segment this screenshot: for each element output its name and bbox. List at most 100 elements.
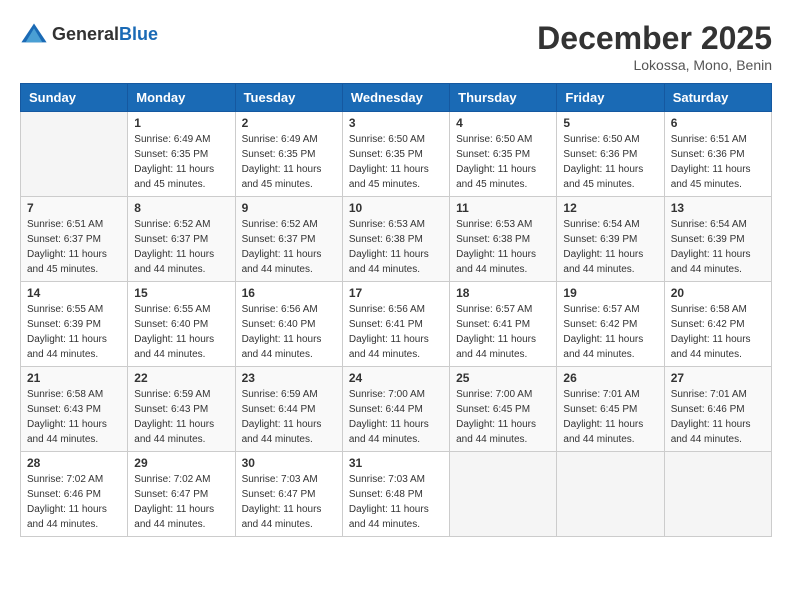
calendar-cell: 1 Sunrise: 6:49 AMSunset: 6:35 PMDaylight… [128, 112, 235, 197]
day-number: 14 [27, 286, 121, 300]
location-text: Lokossa, Mono, Benin [537, 57, 772, 73]
day-number: 8 [134, 201, 228, 215]
day-number: 11 [456, 201, 550, 215]
calendar-cell: 21 Sunrise: 6:58 AMSunset: 6:43 PMDayligh… [21, 367, 128, 452]
day-number: 6 [671, 116, 765, 130]
calendar-week-1: 1 Sunrise: 6:49 AMSunset: 6:35 PMDaylight… [21, 112, 772, 197]
calendar-cell: 14 Sunrise: 6:55 AMSunset: 6:39 PMDayligh… [21, 282, 128, 367]
calendar-cell: 5 Sunrise: 6:50 AMSunset: 6:36 PMDaylight… [557, 112, 664, 197]
logo-blue-text: Blue [119, 24, 158, 44]
sun-info: Sunrise: 6:53 AMSunset: 6:38 PMDaylight:… [456, 217, 550, 277]
calendar-cell [450, 452, 557, 537]
calendar-cell: 22 Sunrise: 6:59 AMSunset: 6:43 PMDayligh… [128, 367, 235, 452]
sun-info: Sunrise: 6:52 AMSunset: 6:37 PMDaylight:… [242, 217, 336, 277]
calendar-cell: 29 Sunrise: 7:02 AMSunset: 6:47 PMDayligh… [128, 452, 235, 537]
calendar-cell: 17 Sunrise: 6:56 AMSunset: 6:41 PMDayligh… [342, 282, 449, 367]
sun-info: Sunrise: 6:50 AMSunset: 6:35 PMDaylight:… [349, 132, 443, 192]
calendar-cell: 7 Sunrise: 6:51 AMSunset: 6:37 PMDaylight… [21, 197, 128, 282]
sun-info: Sunrise: 6:49 AMSunset: 6:35 PMDaylight:… [242, 132, 336, 192]
day-of-week-friday: Friday [557, 84, 664, 112]
sun-info: Sunrise: 6:58 AMSunset: 6:42 PMDaylight:… [671, 302, 765, 362]
sun-info: Sunrise: 7:02 AMSunset: 6:47 PMDaylight:… [134, 472, 228, 532]
sun-info: Sunrise: 6:55 AMSunset: 6:39 PMDaylight:… [27, 302, 121, 362]
day-number: 27 [671, 371, 765, 385]
day-number: 23 [242, 371, 336, 385]
day-number: 19 [563, 286, 657, 300]
day-number: 18 [456, 286, 550, 300]
sun-info: Sunrise: 6:56 AMSunset: 6:41 PMDaylight:… [349, 302, 443, 362]
calendar-week-2: 7 Sunrise: 6:51 AMSunset: 6:37 PMDaylight… [21, 197, 772, 282]
day-number: 24 [349, 371, 443, 385]
calendar-cell: 6 Sunrise: 6:51 AMSunset: 6:36 PMDaylight… [664, 112, 771, 197]
sun-info: Sunrise: 6:53 AMSunset: 6:38 PMDaylight:… [349, 217, 443, 277]
day-number: 5 [563, 116, 657, 130]
sun-info: Sunrise: 7:01 AMSunset: 6:45 PMDaylight:… [563, 387, 657, 447]
day-number: 26 [563, 371, 657, 385]
sun-info: Sunrise: 6:56 AMSunset: 6:40 PMDaylight:… [242, 302, 336, 362]
sun-info: Sunrise: 6:50 AMSunset: 6:36 PMDaylight:… [563, 132, 657, 192]
calendar-cell: 18Sunrise: 6:57 AMSunset: 6:41 PMDayligh… [450, 282, 557, 367]
day-number: 12 [563, 201, 657, 215]
calendar-cell: 26 Sunrise: 7:01 AMSunset: 6:45 PMDayligh… [557, 367, 664, 452]
sun-info: Sunrise: 7:00 AMSunset: 6:44 PMDaylight:… [349, 387, 443, 447]
calendar-cell: 9Sunrise: 6:52 AMSunset: 6:37 PMDaylight… [235, 197, 342, 282]
day-number: 2 [242, 116, 336, 130]
sun-info: Sunrise: 6:49 AMSunset: 6:35 PMDaylight:… [134, 132, 228, 192]
calendar-cell: 28 Sunrise: 7:02 AMSunset: 6:46 PMDayligh… [21, 452, 128, 537]
sun-info: Sunrise: 6:58 AMSunset: 6:43 PMDaylight:… [27, 387, 121, 447]
day-number: 25 [456, 371, 550, 385]
calendar-cell: 15 Sunrise: 6:55 AMSunset: 6:40 PMDayligh… [128, 282, 235, 367]
calendar-cell [664, 452, 771, 537]
day-number: 15 [134, 286, 228, 300]
day-number: 30 [242, 456, 336, 470]
calendar-cell: 20Sunrise: 6:58 AMSunset: 6:42 PMDayligh… [664, 282, 771, 367]
sun-info: Sunrise: 7:03 AMSunset: 6:47 PMDaylight:… [242, 472, 336, 532]
day-number: 31 [349, 456, 443, 470]
day-number: 28 [27, 456, 121, 470]
month-title: December 2025 [537, 20, 772, 57]
calendar-cell: 23Sunrise: 6:59 AMSunset: 6:44 PMDayligh… [235, 367, 342, 452]
sun-info: Sunrise: 7:00 AMSunset: 6:45 PMDaylight:… [456, 387, 550, 447]
day-number: 16 [242, 286, 336, 300]
day-number: 1 [134, 116, 228, 130]
sun-info: Sunrise: 6:51 AMSunset: 6:37 PMDaylight:… [27, 217, 121, 277]
sun-info: Sunrise: 6:51 AMSunset: 6:36 PMDaylight:… [671, 132, 765, 192]
logo-icon [20, 20, 48, 48]
sun-info: Sunrise: 6:54 AMSunset: 6:39 PMDaylight:… [563, 217, 657, 277]
sun-info: Sunrise: 6:54 AMSunset: 6:39 PMDaylight:… [671, 217, 765, 277]
calendar-cell: 25 Sunrise: 7:00 AMSunset: 6:45 PMDayligh… [450, 367, 557, 452]
logo: GeneralBlue [20, 20, 158, 48]
calendar-cell: 13Sunrise: 6:54 AMSunset: 6:39 PMDayligh… [664, 197, 771, 282]
day-of-week-thursday: Thursday [450, 84, 557, 112]
calendar-cell: 12 Sunrise: 6:54 AMSunset: 6:39 PMDayligh… [557, 197, 664, 282]
calendar-cell: 30 Sunrise: 7:03 AMSunset: 6:47 PMDayligh… [235, 452, 342, 537]
sun-info: Sunrise: 7:01 AMSunset: 6:46 PMDaylight:… [671, 387, 765, 447]
calendar-cell: 2 Sunrise: 6:49 AMSunset: 6:35 PMDaylight… [235, 112, 342, 197]
title-section: December 2025 Lokossa, Mono, Benin [537, 20, 772, 73]
calendar-cell: 3Sunrise: 6:50 AMSunset: 6:35 PMDaylight… [342, 112, 449, 197]
sun-info: Sunrise: 6:59 AMSunset: 6:43 PMDaylight:… [134, 387, 228, 447]
day-of-week-tuesday: Tuesday [235, 84, 342, 112]
calendar-week-3: 14 Sunrise: 6:55 AMSunset: 6:39 PMDayligh… [21, 282, 772, 367]
day-number: 7 [27, 201, 121, 215]
calendar-header-row: SundayMondayTuesdayWednesdayThursdayFrid… [21, 84, 772, 112]
sun-info: Sunrise: 6:50 AMSunset: 6:35 PMDaylight:… [456, 132, 550, 192]
calendar-week-5: 28 Sunrise: 7:02 AMSunset: 6:46 PMDayligh… [21, 452, 772, 537]
calendar-cell: 19Sunrise: 6:57 AMSunset: 6:42 PMDayligh… [557, 282, 664, 367]
day-number: 17 [349, 286, 443, 300]
sun-info: Sunrise: 7:02 AMSunset: 6:46 PMDaylight:… [27, 472, 121, 532]
day-number: 29 [134, 456, 228, 470]
sun-info: Sunrise: 6:55 AMSunset: 6:40 PMDaylight:… [134, 302, 228, 362]
calendar-cell [557, 452, 664, 537]
calendar-cell: 4 Sunrise: 6:50 AMSunset: 6:35 PMDaylight… [450, 112, 557, 197]
calendar-cell: 24 Sunrise: 7:00 AMSunset: 6:44 PMDayligh… [342, 367, 449, 452]
calendar-week-4: 21 Sunrise: 6:58 AMSunset: 6:43 PMDayligh… [21, 367, 772, 452]
day-of-week-saturday: Saturday [664, 84, 771, 112]
day-number: 21 [27, 371, 121, 385]
page-header: GeneralBlue December 2025 Lokossa, Mono,… [20, 20, 772, 73]
day-number: 22 [134, 371, 228, 385]
calendar-cell: 16 Sunrise: 6:56 AMSunset: 6:40 PMDayligh… [235, 282, 342, 367]
day-number: 4 [456, 116, 550, 130]
calendar-cell: 10Sunrise: 6:53 AMSunset: 6:38 PMDayligh… [342, 197, 449, 282]
calendar-cell: 31Sunrise: 7:03 AMSunset: 6:48 PMDayligh… [342, 452, 449, 537]
